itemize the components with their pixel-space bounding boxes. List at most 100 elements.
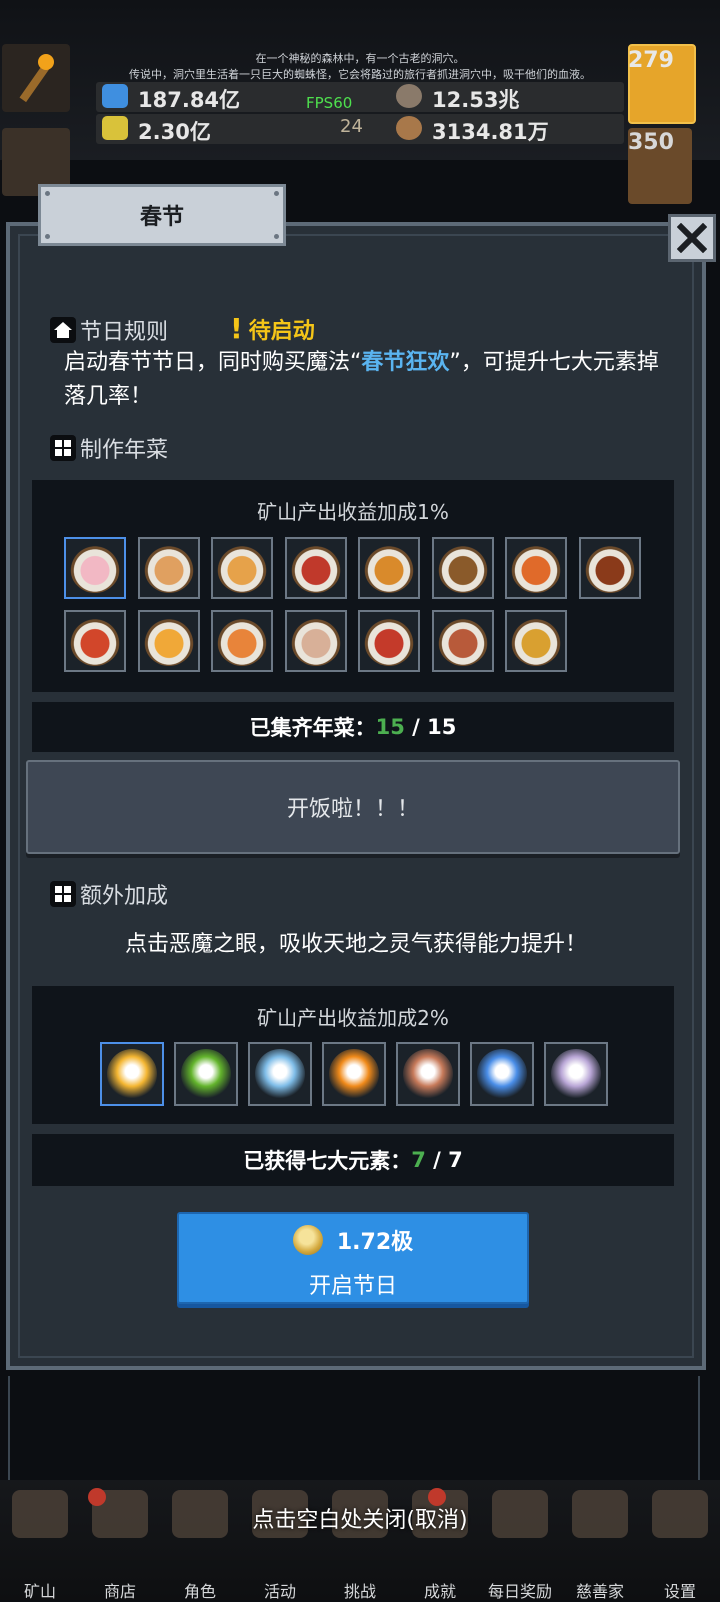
elements-grid [100, 1042, 608, 1106]
close-button[interactable] [668, 214, 716, 262]
rules-heading: 节日规则 [80, 320, 169, 345]
dishes-heading: 制作年菜 [80, 438, 169, 463]
dumpling-dish-icon [143, 543, 194, 593]
chest-count: 350 [628, 130, 674, 155]
nav-label: 挑战 [343, 1582, 376, 1601]
desc-part-1: 启动春节节日，同时购买魔法“ [64, 350, 362, 375]
rules-description: 启动春节节日，同时购买魔法“春节狂欢”，可提升七大元素掉落几率！ [64, 346, 674, 414]
dish-slot[interactable] [284, 610, 347, 672]
dish-slot[interactable] [431, 537, 494, 599]
elements-progress-sep: / [425, 1148, 449, 1172]
torch-icon[interactable] [2, 44, 70, 112]
element-slot[interactable] [396, 1042, 460, 1106]
dish-slot[interactable] [64, 610, 126, 672]
dish-slot[interactable] [137, 537, 200, 599]
resource-value-1: 187.84亿 [138, 88, 241, 112]
gold-bag-icon [102, 116, 128, 140]
dish-slot[interactable] [358, 610, 420, 672]
soup-dish-icon [290, 616, 341, 666]
dish-slot[interactable] [578, 537, 641, 599]
stone-icon [396, 84, 422, 108]
nav-label: 每日奖励 [487, 1582, 552, 1601]
resource-value-2: 12.53兆 [432, 88, 520, 112]
dish-slot[interactable] [358, 537, 420, 599]
feast-button[interactable]: 开饭啦！！！ [26, 760, 680, 854]
dishes-bonus-text: 矿山产出收益加成1% [257, 500, 449, 524]
resource-value-3: 2.30亿 [138, 120, 211, 144]
elements-progress-current: 7 [411, 1148, 426, 1172]
dish-slot[interactable] [211, 537, 273, 599]
close-hint[interactable]: 点击空白处关闭(取消) [0, 1502, 720, 1534]
dish-slot[interactable] [211, 610, 273, 672]
dish-slot[interactable] [137, 610, 200, 672]
story-line-2: 传说中，洞穴里生活着一只巨大的蜘蛛怪，它会将路过的旅行者抓进洞穴中，吸干他们的血… [129, 68, 591, 81]
dish-slot[interactable] [64, 537, 126, 599]
dishes-progress: 已集齐年菜： 15 / 15 [32, 702, 674, 752]
feast-button-label: 开饭啦！！！ [286, 797, 419, 822]
gem-icon [102, 84, 128, 108]
tomato-dish-icon [70, 616, 120, 666]
dish-slot[interactable] [284, 537, 347, 599]
elements-progress-total: 7 [448, 1148, 463, 1172]
shaomai-dish-icon [217, 543, 267, 593]
bun-dish-icon [70, 543, 120, 593]
resource-value-4: 3134.81万 [432, 120, 549, 144]
meatball-dish-icon [290, 543, 341, 593]
dishes-progress-sep: / [404, 715, 428, 739]
cost-row: 1.72极 [179, 1224, 527, 1256]
fish-dish-icon [437, 616, 488, 666]
extra-description: 点击恶魔之眼，吸收天地之灵气获得能力提升！ [124, 932, 587, 957]
rivet-icon [45, 191, 50, 196]
rules-section-header: 节日规则 [50, 314, 168, 346]
nav-label: 成就 [423, 1582, 456, 1601]
dishes-progress-total: 15 [427, 715, 457, 739]
nav-label: 角色 [183, 1582, 216, 1601]
wind-element-icon [477, 1049, 527, 1099]
rivet-icon [274, 191, 279, 196]
top-hud: 在一个神秘的森林中，有一个古老的洞穴。 传说中，洞穴里生活着一只巨大的蜘蛛怪，它… [0, 0, 720, 204]
dish-slot[interactable] [431, 610, 494, 672]
fps-counter: FPS60 [306, 94, 353, 112]
element-slot[interactable] [100, 1042, 164, 1106]
elements-progress-label: 已获得七大元素： [243, 1149, 412, 1173]
close-icon [677, 223, 707, 253]
nav-label: 活动 [263, 1582, 296, 1601]
dishes-progress-label: 已集齐年菜： [249, 716, 376, 740]
dish-slot[interactable] [505, 610, 567, 672]
story-line-1: 在一个神秘的森林中，有一个古老的洞穴。 [255, 52, 465, 65]
start-button-label: 开启节日 [308, 1274, 397, 1299]
grid-icon [50, 435, 76, 461]
start-festival-button[interactable]: 1.72极 开启节日 [177, 1212, 529, 1304]
bottom-nav: 矿山 商店 角色 活动 挑战 成就 每日奖励 慈善家 设置 [0, 1480, 720, 1601]
water-element-icon [255, 1049, 305, 1099]
grid-icon [50, 881, 76, 907]
nav-label: 矿山 [23, 1582, 56, 1601]
dish-slot[interactable] [505, 537, 567, 599]
fried-dish-icon [143, 616, 194, 666]
level-badge: 24 [340, 116, 363, 137]
ore-icon [396, 116, 422, 140]
status-badge: ! 待启动 [230, 312, 315, 345]
pork-dish-icon [584, 543, 635, 593]
element-slot[interactable] [174, 1042, 238, 1106]
element-slot[interactable] [248, 1042, 312, 1106]
earth-element-icon [403, 1049, 453, 1099]
magic-name: 春节狂欢 [361, 350, 450, 375]
greens-dish-icon [437, 543, 488, 593]
element-slot[interactable] [470, 1042, 534, 1106]
nav-label: 慈善家 [575, 1582, 624, 1601]
nav-label: 设置 [663, 1582, 696, 1601]
element-slot[interactable] [322, 1042, 386, 1106]
potion-count: 279 [628, 48, 674, 73]
light-element-icon [551, 1049, 601, 1099]
shrimp-dish-icon [511, 543, 561, 593]
cost-value: 1.72极 [336, 1230, 414, 1255]
element-slot[interactable] [544, 1042, 608, 1106]
noodle-dish-icon [217, 616, 267, 666]
dialog-title: 春节 [139, 205, 184, 230]
exclamation-icon: ! [230, 312, 243, 345]
home-icon [50, 317, 76, 343]
curry-dish-icon [511, 616, 561, 666]
spicy-dish-icon [364, 616, 414, 666]
rivet-icon [45, 234, 50, 239]
